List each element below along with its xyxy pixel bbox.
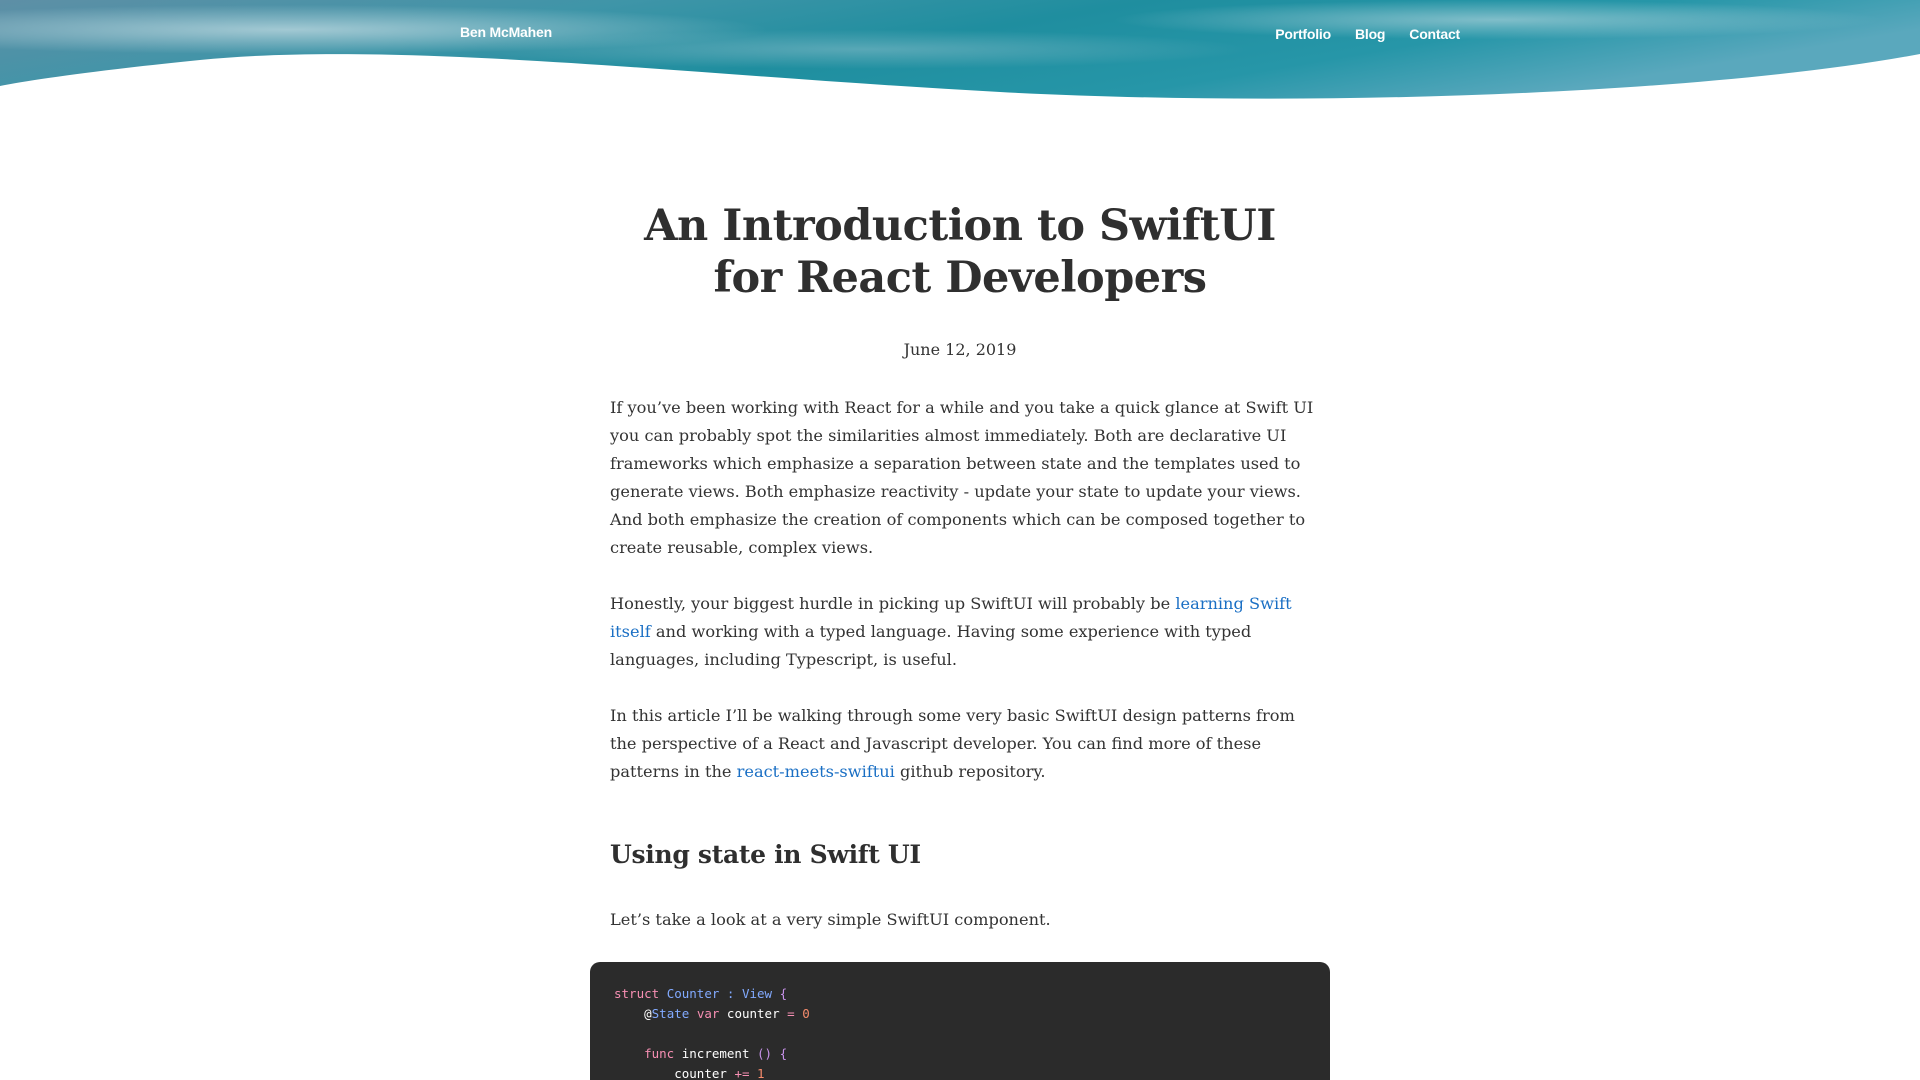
nav-blog[interactable]: Blog [1355, 26, 1386, 42]
nav-portfolio[interactable]: Portfolio [1275, 26, 1331, 42]
code-line: @State var counter = 0 [644, 1006, 810, 1021]
paragraph-intro: If you’ve been working with React for a … [610, 398, 1314, 557]
code-line: counter += 1 [674, 1066, 765, 1080]
main-nav: Portfolio Blog Contact [1275, 26, 1460, 42]
article-date: June 12, 2019 [903, 340, 1017, 359]
paragraph-text: Honestly, your biggest hurdle in picking… [610, 594, 1176, 613]
code-block: struct Counter : View { @State var count… [590, 962, 1330, 1080]
article-title: An Introduction to SwiftUI for React Dev… [644, 201, 1276, 303]
code-content: struct Counter : View { @State var count… [590, 962, 1330, 1080]
section-heading: Using state in Swift UI [610, 840, 921, 869]
paragraph-text: and working with a typed language. Havin… [610, 622, 1252, 669]
code-line: func increment () { [644, 1046, 788, 1061]
code-line: struct Counter : View { [614, 986, 788, 1001]
paragraph-hurdle: Honestly, your biggest hurdle in picking… [610, 590, 1320, 674]
paragraph-component: Let’s take a look at a very simple Swift… [610, 910, 1051, 929]
nav-contact[interactable]: Contact [1409, 26, 1460, 42]
site-name-link[interactable]: Ben McMahen [460, 24, 552, 40]
paragraph-patterns: In this article I’ll be walking through … [610, 702, 1320, 786]
site-header: Ben McMahen Portfolio Blog Contact [0, 0, 1920, 110]
paragraph-text: github repository. [894, 762, 1046, 781]
repo-link[interactable]: react-meets-swiftui [737, 762, 895, 781]
header-banner-image [0, 0, 1920, 99]
